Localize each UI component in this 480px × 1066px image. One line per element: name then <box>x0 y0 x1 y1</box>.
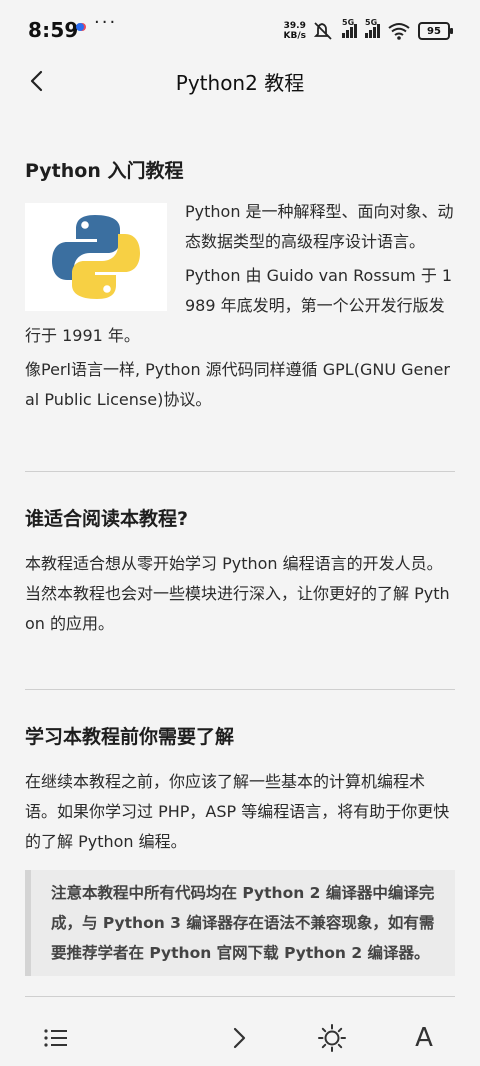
status-right-icons: 39.9 KB/s 5G 5G 95 <box>283 18 453 42</box>
prereq-paragraph: 在继续本教程之前，你应该了解一些基本的计算机编程术语。如果你学习过 PHP，AS… <box>25 772 450 851</box>
divider-3 <box>25 996 455 997</box>
mute-icon <box>314 22 332 40</box>
font-size-button[interactable]: A <box>408 1022 440 1054</box>
article-content: Python 入门教程 Python 是一种解释型、面向对象、动态数据类型的高级… <box>0 106 480 1010</box>
section-intro: Python 入门教程 Python 是一种解释型、面向对象、动态数据类型的高级… <box>25 156 455 415</box>
section-title-intro: Python 入门教程 <box>25 160 184 182</box>
note-blockquote: 注意本教程中所有代码均在 Python 2 编译器中编译完成，与 Python … <box>25 870 455 976</box>
brightness-button[interactable] <box>316 1022 348 1054</box>
network-speed: 39.9 KB/s <box>283 21 306 41</box>
app-bar: Python2 教程 <box>0 56 480 106</box>
chevron-right-icon <box>233 1027 246 1049</box>
signal-2-icon: 5G <box>365 18 380 38</box>
font-size-icon: A <box>415 1023 433 1053</box>
menu-button[interactable] <box>40 1022 72 1054</box>
python-logo-icon <box>52 215 140 299</box>
audience-paragraph: 本教程适合想从零开始学习 Python 编程语言的开发人员。当然本教程也会对一些… <box>25 554 450 633</box>
battery-icon: 95 <box>418 22 453 40</box>
chevron-left-icon <box>30 70 43 92</box>
next-chapter-button[interactable] <box>224 1022 256 1054</box>
section-audience: 谁适合阅读本教程? 本教程适合想从零开始学习 Python 编程语言的开发人员。… <box>25 504 455 639</box>
section-title-prereq: 学习本教程前你需要了解 <box>25 726 235 748</box>
divider-2 <box>25 689 455 690</box>
list-icon <box>44 1029 67 1047</box>
sun-icon <box>318 1024 346 1052</box>
status-left-icons: ··· <box>76 14 117 32</box>
status-bar: 8:59 ··· 39.9 KB/s 5G 5G 95 <box>0 0 480 56</box>
page-title: Python2 教程 <box>175 70 305 95</box>
python-logo <box>25 203 167 311</box>
status-time: 8:59 <box>28 18 79 42</box>
app-notification-icon <box>76 23 84 31</box>
intro-paragraph-3: 像Perl语言一样, Python 源代码同样遵循 GPL(GNU Genera… <box>25 360 450 409</box>
divider-1 <box>25 471 455 472</box>
bottom-toolbar: A <box>0 1010 480 1066</box>
section-title-audience: 谁适合阅读本教程? <box>25 508 189 530</box>
more-notifications-icon: ··· <box>94 12 118 33</box>
section-prereq: 学习本教程前你需要了解 在继续本教程之前，你应该了解一些基本的计算机编程术语。如… <box>25 722 455 857</box>
wifi-icon <box>388 23 410 40</box>
back-button[interactable] <box>20 65 52 97</box>
signal-1-icon: 5G <box>342 18 357 38</box>
